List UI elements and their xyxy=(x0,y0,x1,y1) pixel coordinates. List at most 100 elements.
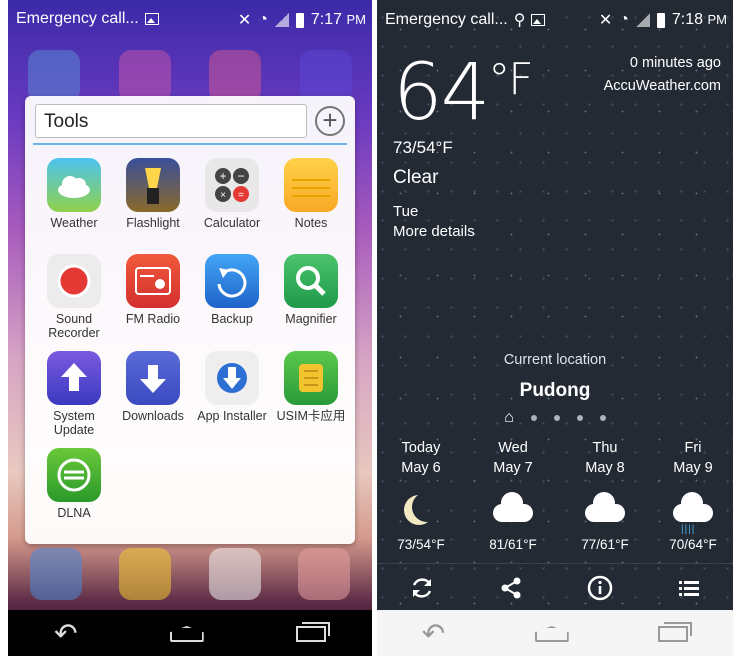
home-icon[interactable] xyxy=(534,617,569,649)
sound-recorder-app-icon xyxy=(47,254,101,308)
fm-radio-app-icon xyxy=(126,254,180,308)
current-temperature: 64°F xyxy=(393,48,534,138)
svg-text:=: = xyxy=(238,190,244,201)
folder-popup: Tools + Weather Flashlight + − × = Calculat… xyxy=(25,96,355,544)
app-dlna[interactable]: DLNA xyxy=(35,448,113,520)
forecast-day: Thu May 8 77/61°F xyxy=(581,440,629,552)
weather-source-link[interactable]: AccuWeather.com xyxy=(604,75,721,98)
messaging-icon xyxy=(119,548,172,600)
updated-time: 0 minutes ago xyxy=(629,55,721,71)
dock xyxy=(30,548,350,600)
calculator-app-icon: + − × = xyxy=(205,158,259,212)
image-notification-icon xyxy=(531,14,546,26)
bg-app-icon xyxy=(299,50,352,102)
location-label: Current location xyxy=(503,352,607,368)
forecast-day: Fri May 9 |||| 70/64°F xyxy=(669,440,717,552)
navigation-bar: ↶ xyxy=(377,610,733,656)
weather-condition: Clear xyxy=(393,167,439,188)
mute-icon: ✕ xyxy=(598,12,613,29)
signal-icon xyxy=(635,13,650,27)
day-info: Tue More details xyxy=(393,202,475,242)
svg-text:−: − xyxy=(237,169,244,183)
recent-apps-icon[interactable] xyxy=(295,617,330,649)
wifi-icon: ◔ xyxy=(258,11,268,28)
background-apps xyxy=(28,50,352,102)
status-bar: Emergency call... ⚲ ✕ ◔ 7:18 PM xyxy=(377,0,733,38)
app-backup[interactable]: Backup xyxy=(193,254,271,326)
home-icon[interactable] xyxy=(169,617,204,649)
clock: 7:18 PM xyxy=(671,11,727,28)
system-update-app-icon xyxy=(47,351,101,405)
app-fm-radio[interactable]: FM Radio xyxy=(114,254,192,326)
weather-panel: Emergency call... ⚲ ✕ ◔ 7:18 PM 64°F 0 m… xyxy=(377,0,733,656)
cloud-icon xyxy=(493,492,533,522)
bg-app-icon xyxy=(28,50,80,102)
svg-text:+: + xyxy=(219,169,226,183)
play-store-icon xyxy=(208,548,261,600)
google-apps-icon xyxy=(297,548,350,600)
battery-icon xyxy=(295,12,304,28)
wifi-icon: ◔ xyxy=(619,11,629,28)
page-dot[interactable] xyxy=(599,415,606,421)
page-indicator: ⌂ xyxy=(377,409,733,427)
image-notification-icon xyxy=(144,13,159,25)
dlna-app-icon xyxy=(47,448,101,502)
app-notes[interactable]: Notes xyxy=(272,158,350,230)
backup-app-icon xyxy=(205,254,259,308)
app-weather[interactable]: Weather xyxy=(35,158,113,230)
add-app-button[interactable]: + xyxy=(315,106,345,136)
weather-toolbar xyxy=(377,563,733,612)
magnifier-app-icon xyxy=(284,254,338,308)
high-low-temp: 73/54°F xyxy=(393,138,453,157)
notification-text: Emergency call... xyxy=(16,10,139,27)
page-dot[interactable] xyxy=(530,415,537,421)
svg-text:×: × xyxy=(220,190,226,201)
update-info: 0 minutes ago AccuWeather.com xyxy=(604,52,721,98)
sim-card-icon xyxy=(284,351,338,405)
app-usim[interactable]: USIM卡应用 xyxy=(272,351,350,423)
home-screen-panel: Emergency call... ✕ ◔ 7:17 PM Tools + We… xyxy=(8,0,372,656)
app-flashlight[interactable]: Flashlight xyxy=(114,158,192,230)
page-dot[interactable] xyxy=(553,415,560,421)
notes-app-icon xyxy=(284,158,338,212)
battery-icon xyxy=(656,12,665,28)
location-icon: ⚲ xyxy=(513,12,526,29)
info-icon[interactable] xyxy=(586,574,614,602)
home-page-icon[interactable]: ⌂ xyxy=(504,409,514,427)
back-icon[interactable]: ↶ xyxy=(54,617,77,650)
app-calculator[interactable]: + − × = Calculator xyxy=(193,158,271,230)
folder-name-field[interactable]: Tools xyxy=(35,104,307,138)
app-sound-recorder[interactable]: Sound Recorder xyxy=(35,254,113,340)
app-downloads[interactable]: Downloads xyxy=(114,351,192,423)
weather-app-icon xyxy=(47,158,101,212)
location-name: Pudong xyxy=(519,380,591,401)
app-installer-icon xyxy=(205,351,259,405)
bg-app-icon xyxy=(118,50,171,102)
page-dot[interactable] xyxy=(576,415,583,421)
phone-icon xyxy=(30,548,82,600)
cloud-icon xyxy=(585,492,625,522)
bg-app-icon xyxy=(209,50,262,102)
moon-icon xyxy=(412,492,442,522)
app-app-installer[interactable]: App Installer xyxy=(193,351,271,423)
notification-text: Emergency call... xyxy=(385,11,508,28)
more-details-link[interactable]: More details xyxy=(393,222,475,242)
recent-apps-icon[interactable] xyxy=(658,617,693,649)
refresh-icon[interactable] xyxy=(408,574,436,602)
navigation-bar: ↶ xyxy=(8,610,372,656)
flashlight-app-icon xyxy=(126,158,180,212)
rain-cloud-icon: |||| xyxy=(673,492,713,535)
downloads-app-icon xyxy=(126,351,180,405)
clock: 7:17 PM xyxy=(310,11,366,28)
back-icon[interactable]: ↶ xyxy=(422,617,445,650)
mute-icon: ✕ xyxy=(237,12,252,29)
forecast-day: Wed May 7 81/61°F xyxy=(489,440,537,552)
folder-divider xyxy=(33,143,347,145)
app-system-update[interactable]: System Update xyxy=(35,351,113,437)
list-icon[interactable] xyxy=(675,574,703,602)
status-bar: Emergency call... ✕ ◔ 7:17 PM xyxy=(8,0,372,38)
signal-icon xyxy=(274,13,289,27)
share-icon[interactable] xyxy=(497,574,525,602)
app-magnifier[interactable]: Magnifier xyxy=(272,254,350,326)
day-name: Tue xyxy=(393,203,419,220)
